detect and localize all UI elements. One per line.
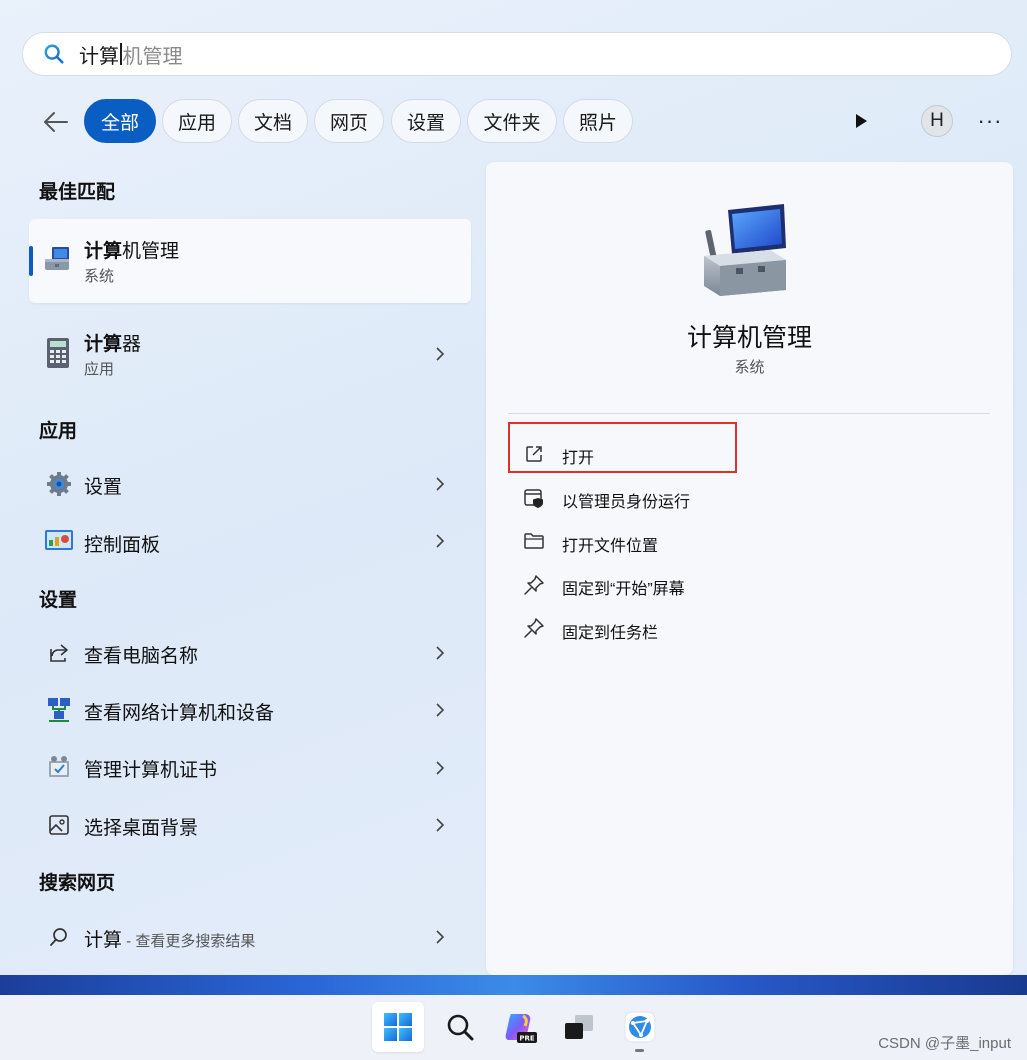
desktop-wallpaper-strip — [0, 975, 1027, 995]
search-bar[interactable]: 计算 机管理 — [22, 32, 1012, 76]
app-item-settings[interactable]: 设置 — [84, 472, 122, 499]
windows-start-icon[interactable] — [372, 1002, 424, 1052]
watermark-text: CSDN @子墨_input — [878, 1035, 1011, 1052]
play-arrow-icon — [856, 114, 867, 128]
certificate-icon — [44, 752, 74, 782]
chevron-right-icon[interactable] — [432, 533, 448, 549]
section-heading-apps: 应用 — [39, 421, 78, 442]
best-match-subtitle: 系统 — [84, 268, 115, 285]
setting-item-view-pc-name[interactable]: 查看电脑名称 — [84, 641, 198, 668]
filter-chip-apps[interactable]: 应用 — [162, 99, 232, 143]
user-avatar[interactable]: H — [921, 105, 953, 137]
section-heading-settings: 设置 — [39, 590, 78, 611]
best-match-title: 计算机管理 — [84, 241, 180, 262]
calculator-icon — [43, 338, 73, 368]
web-search-item[interactable]: 计算 - 查看更多搜索结果 — [84, 925, 255, 952]
filter-chip-web[interactable]: 网页 — [314, 99, 384, 143]
divider — [508, 413, 990, 414]
pin-icon — [521, 572, 547, 598]
copilot-pre-icon[interactable]: PRE — [494, 1002, 546, 1052]
setting-item-view-network-computers[interactable]: 查看网络计算机和设备 — [84, 698, 274, 725]
filter-chip-settings[interactable]: 设置 — [391, 99, 461, 143]
computer-management-icon — [700, 202, 790, 297]
taskbar-search-icon[interactable] — [434, 1002, 486, 1052]
task-view-icon[interactable] — [553, 1002, 605, 1052]
chevron-right-icon[interactable] — [432, 346, 448, 362]
action-pin-to-start[interactable]: 固定到“开始”屏幕 — [562, 575, 685, 599]
search-autocomplete-text: 机管理 — [122, 45, 183, 68]
preview-title: 计算机管理 — [686, 324, 812, 352]
action-run-as-admin[interactable]: 以管理员身份运行 — [562, 488, 690, 512]
section-heading-web-search: 搜索网页 — [39, 873, 116, 894]
setting-item-manage-certificates[interactable]: 管理计算机证书 — [84, 755, 217, 782]
more-filters-button[interactable] — [846, 106, 876, 136]
svg-text:PRE: PRE — [519, 1035, 535, 1043]
folder-icon — [521, 528, 547, 554]
chevron-right-icon[interactable] — [432, 760, 448, 776]
share-icon — [44, 638, 74, 668]
search-icon — [44, 922, 74, 952]
filter-chip-folders[interactable]: 文件夹 — [467, 99, 557, 143]
search-typed-text: 计算 — [79, 45, 119, 68]
chevron-right-icon[interactable] — [432, 817, 448, 833]
preview-subtitle: 系统 — [734, 359, 765, 376]
back-button[interactable] — [38, 104, 74, 140]
filter-chip-all[interactable]: 全部 — [84, 99, 156, 143]
result-title-calculator[interactable]: 计算器 — [84, 329, 141, 356]
chevron-right-icon[interactable] — [432, 645, 448, 661]
chevron-right-icon[interactable] — [432, 476, 448, 492]
filter-chip-documents[interactable]: 文档 — [238, 99, 308, 143]
filter-chip-photos[interactable]: 照片 — [563, 99, 633, 143]
action-pin-to-taskbar[interactable]: 固定到任务栏 — [562, 619, 658, 643]
chevron-right-icon[interactable] — [432, 702, 448, 718]
section-heading-best-match: 最佳匹配 — [39, 182, 116, 203]
computer-management-icon — [42, 244, 72, 274]
admin-shield-icon — [521, 485, 547, 511]
browser-app-icon[interactable] — [614, 1002, 666, 1052]
chevron-right-icon[interactable] — [432, 929, 448, 945]
action-open-file-location[interactable]: 打开文件位置 — [562, 532, 658, 556]
more-options-button[interactable]: ··· — [974, 106, 1006, 136]
arrow-left-icon — [44, 112, 68, 132]
selection-indicator — [29, 246, 33, 276]
setting-item-choose-background[interactable]: 选择桌面背景 — [84, 813, 198, 840]
open-external-icon — [521, 441, 547, 467]
result-subtitle-calculator: 应用 — [84, 361, 115, 378]
control-panel-icon — [44, 526, 74, 556]
pin-icon — [521, 615, 547, 641]
settings-gear-icon — [44, 469, 74, 499]
running-app-indicator — [635, 1049, 644, 1052]
network-computers-icon — [44, 695, 74, 725]
app-item-control-panel[interactable]: 控制面板 — [84, 530, 160, 557]
action-open[interactable]: 打开 — [562, 444, 594, 468]
search-input[interactable]: 计算 机管理 — [79, 40, 183, 69]
image-icon — [44, 810, 74, 840]
search-icon — [44, 44, 64, 64]
text-caret — [120, 43, 122, 65]
